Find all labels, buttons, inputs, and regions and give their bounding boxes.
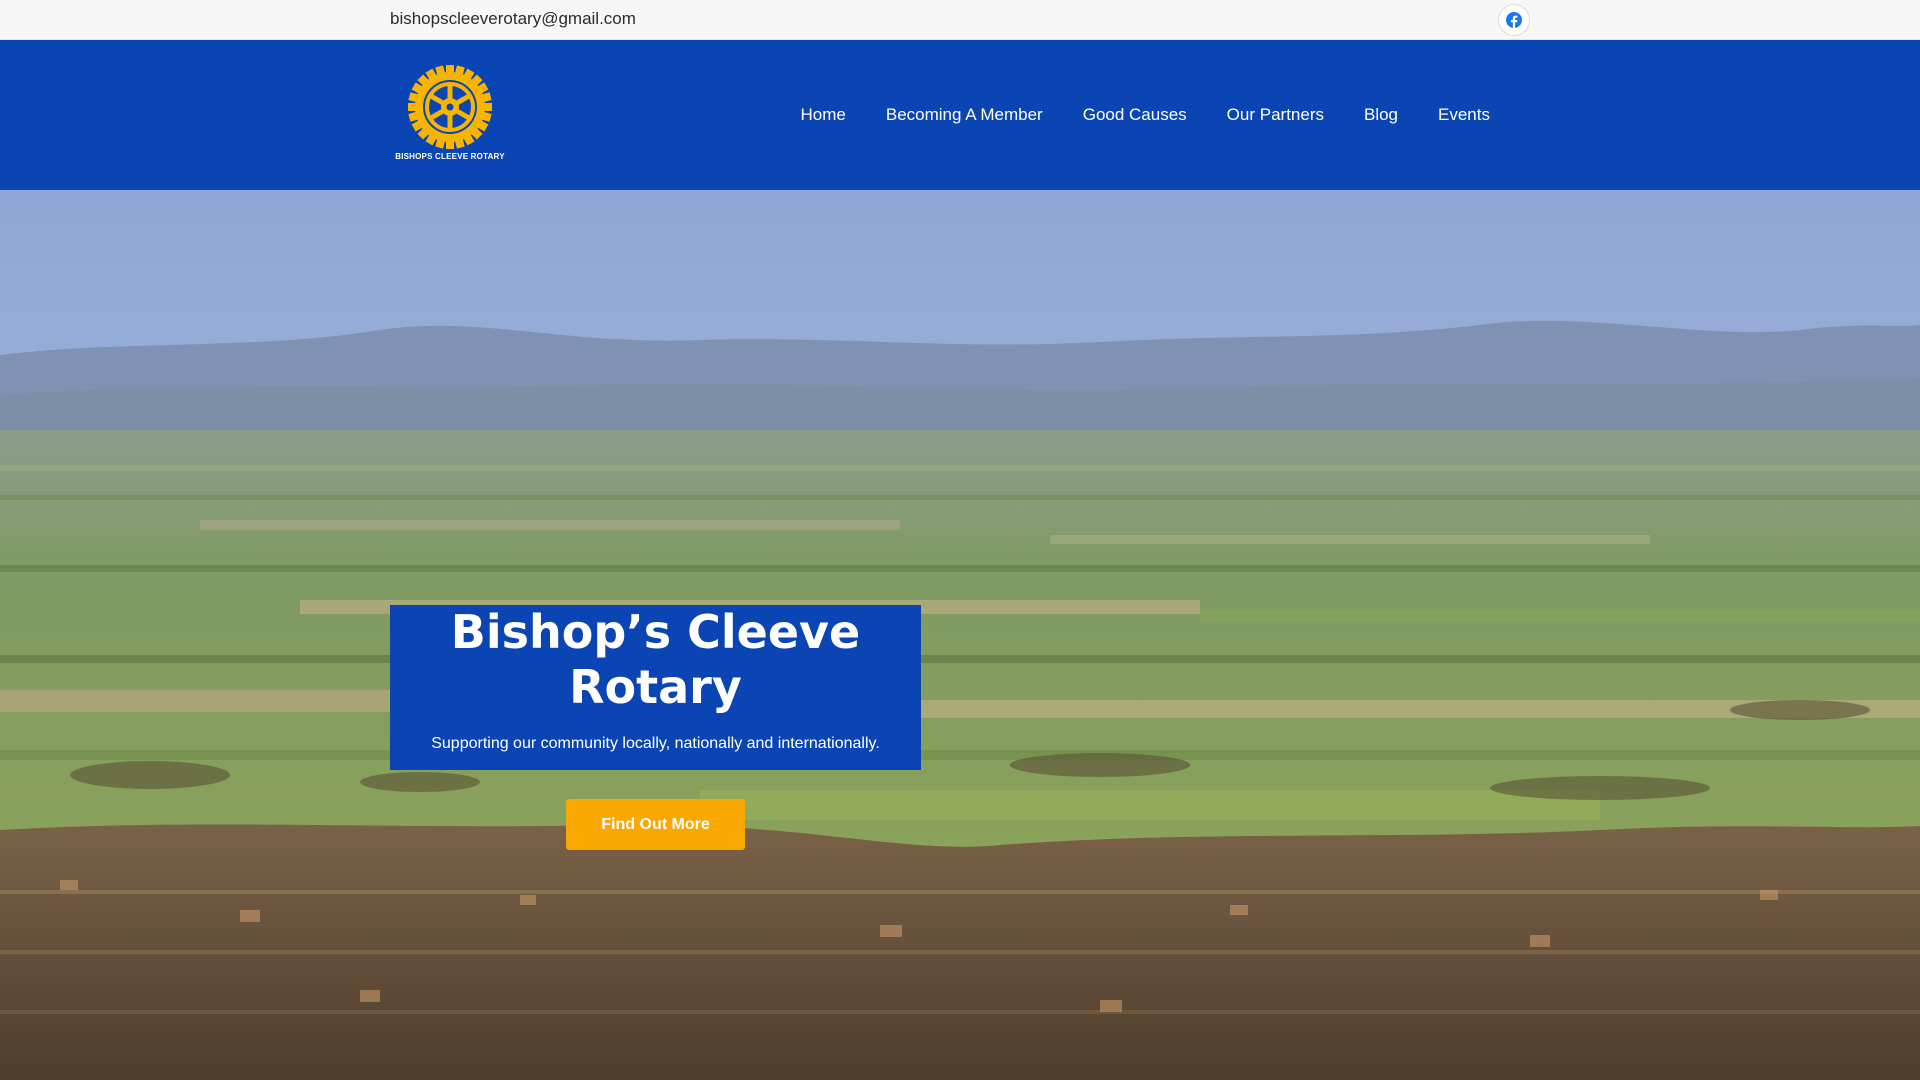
hero-tagline: Supporting our community locally, nation… [431, 735, 880, 752]
site-logo[interactable]: BISHOPS CLEEVE ROTARY [395, 64, 505, 164]
hero-title-box: Bishop’s Cleeve Rotary Supporting our co… [390, 605, 921, 770]
hero-title-line-1: Bishop’s Cleeve [450, 605, 861, 659]
nav-our-partners[interactable]: Our Partners [1207, 103, 1344, 127]
facebook-icon [1506, 12, 1522, 28]
facebook-link[interactable] [1498, 4, 1530, 36]
site-header: BISHOPS CLEEVE ROTARY Home Becoming A Me… [0, 40, 1920, 190]
top-bar: bishopscleeverotary@gmail.com [0, 0, 1920, 40]
hero-section: Bishop’s Cleeve Rotary Supporting our co… [0, 190, 1920, 1080]
hero-title: Bishop’s Cleeve Rotary [390, 605, 921, 715]
find-out-more-button[interactable]: Find Out More [566, 799, 745, 850]
nav-becoming-a-member[interactable]: Becoming A Member [866, 103, 1063, 127]
nav-good-causes[interactable]: Good Causes [1063, 103, 1207, 127]
logo-text: BISHOPS CLEEVE ROTARY [395, 152, 505, 161]
nav-home[interactable]: Home [781, 103, 866, 127]
nav-events[interactable]: Events [1418, 103, 1510, 127]
nav-blog[interactable]: Blog [1344, 103, 1418, 127]
hero-title-line-2: Rotary [569, 660, 742, 714]
main-nav: Home Becoming A Member Good Causes Our P… [781, 103, 1511, 127]
hero-background-landscape [0, 190, 1920, 1080]
contact-email-link[interactable]: bishopscleeverotary@gmail.com [390, 9, 636, 29]
rotary-wheel-icon [408, 65, 492, 149]
